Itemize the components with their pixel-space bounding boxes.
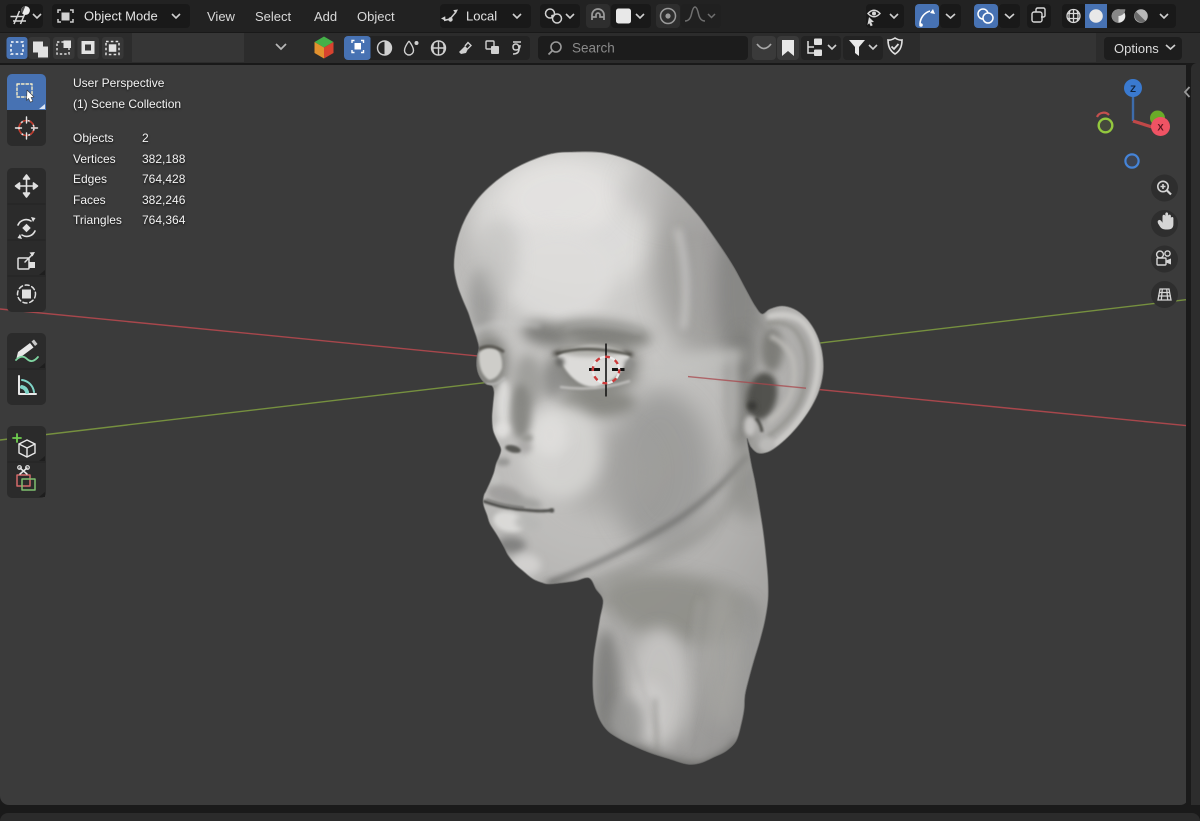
svg-text:X: X bbox=[1157, 123, 1164, 134]
svg-text:Object Mode: Object Mode bbox=[84, 9, 158, 24]
svg-text:Options: Options bbox=[1114, 41, 1159, 56]
svg-text:Z: Z bbox=[1130, 84, 1136, 95]
svg-text:Search: Search bbox=[572, 41, 615, 56]
svg-text:Local: Local bbox=[466, 9, 497, 24]
